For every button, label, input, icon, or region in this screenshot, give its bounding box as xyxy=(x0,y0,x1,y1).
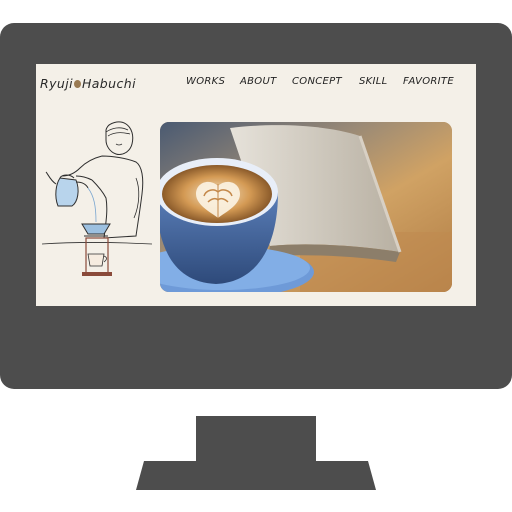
nav-about[interactable]: ABOUT xyxy=(240,76,277,87)
logo-first-name: Ryuji xyxy=(40,76,73,91)
logo-last-name: Habuchi xyxy=(81,76,136,91)
website-screen: Ryuji Habuchi WORKS ABOUT CONCEPT SKILL … xyxy=(36,64,476,306)
site-logo[interactable]: Ryuji Habuchi xyxy=(40,76,136,91)
nav-skill[interactable]: SKILL xyxy=(359,76,388,87)
barista-illustration xyxy=(42,121,152,276)
monitor-stand-base xyxy=(136,461,376,490)
monitor-stand-neck xyxy=(196,416,316,464)
latte-book-photo xyxy=(160,122,452,292)
main-nav: WORKS ABOUT CONCEPT SKILL FAVORITE xyxy=(184,76,456,90)
nav-favorite[interactable]: FAVORITE xyxy=(403,76,454,87)
hero-image xyxy=(160,122,452,292)
coffee-bean-icon xyxy=(73,79,81,88)
nav-works[interactable]: WORKS xyxy=(186,76,225,87)
nav-concept[interactable]: CONCEPT xyxy=(292,76,342,87)
